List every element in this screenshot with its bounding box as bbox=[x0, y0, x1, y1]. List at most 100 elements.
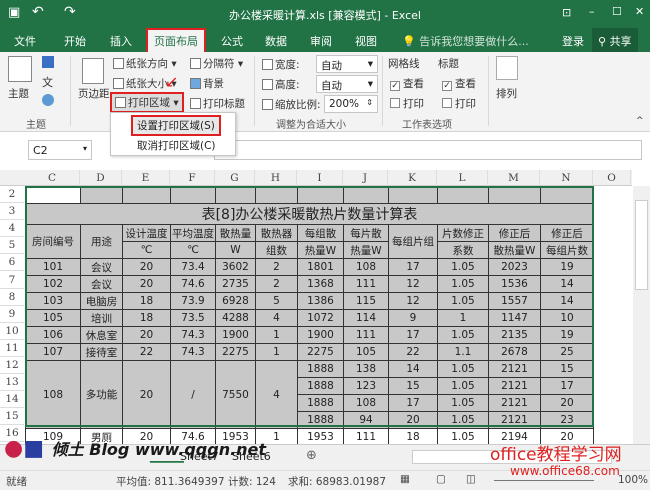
cell[interactable] bbox=[255, 186, 298, 204]
column-header-cell[interactable]: 修正后 bbox=[540, 224, 594, 242]
cell[interactable]: 1.05 bbox=[437, 377, 489, 395]
cell[interactable]: 1.05 bbox=[437, 394, 489, 412]
cell[interactable]: 19 bbox=[540, 258, 594, 276]
cell[interactable]: 114 bbox=[343, 309, 389, 327]
cell[interactable]: 14 bbox=[540, 275, 594, 293]
cell[interactable]: 18 bbox=[122, 309, 171, 327]
row-header-9[interactable]: 9 bbox=[0, 306, 24, 323]
cell[interactable]: 1.05 bbox=[437, 275, 489, 293]
row-header-2[interactable]: 2 bbox=[0, 186, 24, 204]
cell[interactable]: / bbox=[170, 360, 216, 429]
close-icon[interactable]: ✕ bbox=[635, 5, 644, 18]
column-header-cell[interactable]: 热量W bbox=[343, 241, 389, 259]
column-header-cell[interactable]: 平均温度 bbox=[170, 224, 216, 242]
collapse-ribbon-icon[interactable]: ^ bbox=[636, 116, 644, 126]
themes-button[interactable]: 主题 bbox=[8, 86, 29, 101]
cell[interactable]: 17 bbox=[388, 394, 438, 412]
column-header-cell[interactable]: 散热器 bbox=[255, 224, 298, 242]
cell[interactable]: 108 bbox=[343, 394, 389, 412]
cell[interactable]: 1888 bbox=[297, 377, 344, 395]
row-header-14[interactable]: 14 bbox=[0, 391, 24, 409]
cell[interactable]: 电脑房 bbox=[80, 292, 123, 310]
column-header-cell[interactable]: 每组片组 bbox=[388, 224, 438, 259]
row-header-13[interactable]: 13 bbox=[0, 374, 24, 392]
tell-me-input[interactable]: 💡 告诉我您想要做什么... bbox=[402, 33, 529, 49]
cell[interactable]: 20 bbox=[122, 258, 171, 276]
add-sheet-icon[interactable]: ⊕ bbox=[306, 448, 317, 463]
cell[interactable]: 2135 bbox=[488, 326, 541, 344]
cell[interactable] bbox=[388, 186, 438, 204]
column-header-cell[interactable]: W bbox=[215, 241, 256, 259]
orientation-button[interactable]: 纸张方向 ▾ bbox=[113, 56, 177, 71]
cell[interactable]: 1 bbox=[255, 343, 298, 361]
cell[interactable] bbox=[170, 186, 216, 204]
cell[interactable]: 4288 bbox=[215, 309, 256, 327]
cell[interactable] bbox=[343, 186, 389, 204]
cell[interactable]: 6928 bbox=[215, 292, 256, 310]
column-header-H[interactable]: H bbox=[255, 170, 297, 186]
cell[interactable]: 1147 bbox=[488, 309, 541, 327]
column-header-cell[interactable]: 系数 bbox=[437, 241, 489, 259]
cell[interactable]: 1953 bbox=[297, 428, 344, 446]
column-header-D[interactable]: D bbox=[80, 170, 122, 186]
headings-view-checkbox[interactable]: ✓ 查看 bbox=[442, 76, 476, 91]
column-header-I[interactable]: I bbox=[297, 170, 343, 186]
cell[interactable]: 20 bbox=[388, 411, 438, 429]
cell[interactable] bbox=[25, 186, 81, 204]
cell[interactable]: 接待室 bbox=[80, 343, 123, 361]
login-button[interactable]: 登录 bbox=[562, 33, 584, 49]
cell[interactable]: 2121 bbox=[488, 411, 541, 429]
scale-spinner[interactable]: 200% ⇕ bbox=[324, 95, 378, 113]
cell[interactable]: 2023 bbox=[488, 258, 541, 276]
column-header-F[interactable]: F bbox=[170, 170, 215, 186]
cell[interactable]: 休息室 bbox=[80, 326, 123, 344]
cell[interactable]: 73.5 bbox=[170, 309, 216, 327]
column-header-cell[interactable]: 房间编号 bbox=[25, 224, 81, 259]
cell[interactable]: 1.05 bbox=[437, 258, 489, 276]
cell[interactable]: 1557 bbox=[488, 292, 541, 310]
cell[interactable]: 17 bbox=[540, 377, 594, 395]
cell[interactable]: 14 bbox=[388, 360, 438, 378]
column-header-cell[interactable]: 用途 bbox=[80, 224, 123, 259]
column-header-cell[interactable]: 设计温度 bbox=[122, 224, 171, 242]
gridlines-view-checkbox[interactable]: ✓ 查看 bbox=[390, 76, 424, 91]
column-header-cell[interactable]: 片数修正 bbox=[437, 224, 489, 242]
cell[interactable]: 2678 bbox=[488, 343, 541, 361]
column-header-M[interactable]: M bbox=[488, 170, 540, 186]
column-header-J[interactable]: J bbox=[343, 170, 388, 186]
cell[interactable]: 25 bbox=[540, 343, 594, 361]
cell[interactable] bbox=[215, 186, 256, 204]
colors-icon[interactable] bbox=[42, 56, 54, 68]
column-header-E[interactable]: E bbox=[122, 170, 170, 186]
column-header-G[interactable]: G bbox=[215, 170, 255, 186]
cell[interactable]: 1.05 bbox=[437, 292, 489, 310]
row-header-12[interactable]: 12 bbox=[0, 357, 24, 375]
cell[interactable]: 111 bbox=[343, 428, 389, 446]
height-select[interactable]: 自动 ▾ bbox=[316, 75, 378, 93]
column-header-cell[interactable]: 组数 bbox=[255, 241, 298, 259]
cell[interactable]: 15 bbox=[540, 360, 594, 378]
cell[interactable] bbox=[437, 186, 489, 204]
row-header-6[interactable]: 6 bbox=[0, 254, 24, 272]
margins-button[interactable]: 页边距 bbox=[78, 86, 110, 101]
column-header-cell[interactable]: 每片散 bbox=[343, 224, 389, 242]
cell[interactable]: 105 bbox=[25, 309, 81, 327]
cell[interactable]: 1.05 bbox=[437, 411, 489, 429]
row-header-8[interactable]: 8 bbox=[0, 289, 24, 306]
arrange-button[interactable]: 排列 bbox=[496, 86, 517, 101]
cell[interactable]: 1.05 bbox=[437, 360, 489, 378]
row-header-7[interactable]: 7 bbox=[0, 272, 24, 289]
vertical-scrollbar[interactable] bbox=[633, 186, 650, 444]
clear-print-area-item[interactable]: 取消打印区域(C) bbox=[137, 138, 216, 153]
cell[interactable]: 74.6 bbox=[170, 275, 216, 293]
cell[interactable]: 10 bbox=[540, 309, 594, 327]
column-header-L[interactable]: L bbox=[437, 170, 488, 186]
cell[interactable]: 1900 bbox=[215, 326, 256, 344]
page-layout-view-icon[interactable]: ▢ bbox=[436, 473, 446, 485]
name-box[interactable]: C2 ▾ bbox=[28, 140, 92, 160]
headings-print-checkbox[interactable]: 打印 bbox=[442, 96, 476, 111]
print-titles-button[interactable]: 打印标题 bbox=[190, 96, 245, 111]
cell[interactable]: 73.9 bbox=[170, 292, 216, 310]
cell[interactable]: 培训 bbox=[80, 309, 123, 327]
tab-page-layout[interactable]: 页面布局 bbox=[146, 28, 206, 54]
